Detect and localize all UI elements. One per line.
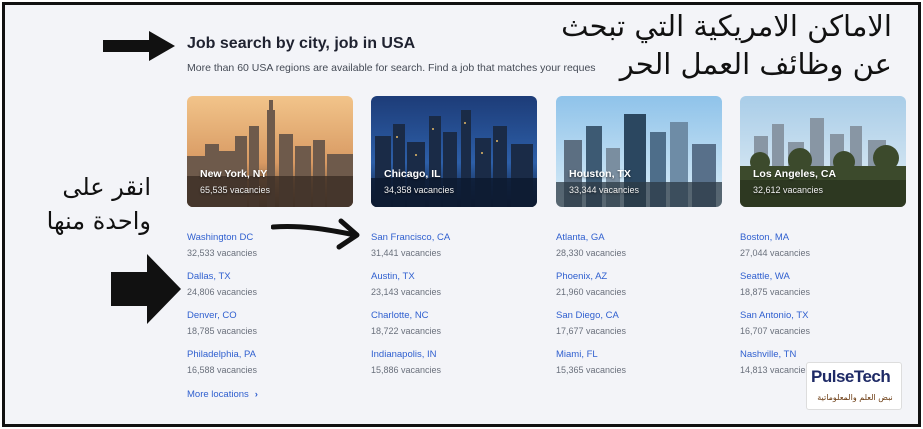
location-link[interactable]: Seattle, WA bbox=[740, 271, 790, 282]
city-card-los-angeles[interactable]: Los Angeles, CA 32,612 vacancies bbox=[740, 96, 906, 207]
location-link[interactable]: San Diego, CA bbox=[556, 310, 619, 321]
location-vacancy-count: 15,886 vacancies bbox=[371, 365, 442, 375]
location-vacancy-count: 27,044 vacancies bbox=[740, 248, 811, 258]
card-vacancy-count: 65,535 vacancies bbox=[200, 185, 271, 195]
location-vacancy-count: 32,533 vacancies bbox=[187, 248, 258, 258]
more-locations-label: More locations bbox=[187, 389, 249, 400]
city-card-new-york[interactable]: New York, NY 65,535 vacancies bbox=[187, 96, 353, 207]
card-vacancy-count: 33,344 vacancies bbox=[569, 185, 640, 195]
location-link[interactable]: San Francisco, CA bbox=[371, 232, 450, 243]
location-vacancy-count: 18,722 vacancies bbox=[371, 326, 442, 336]
location-vacancy-count: 16,707 vacancies bbox=[740, 326, 811, 336]
city-card-houston[interactable]: Houston, TX 33,344 vacancies bbox=[556, 96, 722, 207]
more-locations-link[interactable]: More locations › bbox=[187, 389, 258, 400]
location-vacancy-count: 24,806 vacancies bbox=[187, 287, 258, 297]
location-vacancy-count: 17,677 vacancies bbox=[556, 326, 627, 336]
location-link[interactable]: Charlotte, NC bbox=[371, 310, 429, 321]
location-link[interactable]: Atlanta, GA bbox=[556, 232, 605, 243]
location-link[interactable]: Austin, TX bbox=[371, 271, 415, 282]
location-vacancy-count: 14,813 vacancies bbox=[740, 365, 811, 375]
hand-drawn-arrow-icon bbox=[271, 218, 360, 250]
arrow-right-icon bbox=[111, 254, 181, 324]
location-vacancy-count: 31,441 vacancies bbox=[371, 248, 442, 258]
pulsetech-logo: PulseTech نبض العلم والمعلوماتية bbox=[806, 362, 902, 410]
city-card-chicago[interactable]: Chicago, IL 34,358 vacancies bbox=[371, 96, 537, 207]
location-link[interactable]: Denver, CO bbox=[187, 310, 237, 321]
location-vacancy-count: 15,365 vacancies bbox=[556, 365, 627, 375]
card-vacancy-count: 32,612 vacancies bbox=[753, 185, 824, 195]
location-vacancy-count: 28,330 vacancies bbox=[556, 248, 627, 258]
annotation-line: عن وظائف العمل الحر bbox=[619, 47, 892, 81]
location-vacancy-count: 23,143 vacancies bbox=[371, 287, 442, 297]
card-city-name: Houston, TX bbox=[569, 168, 631, 180]
location-vacancy-count: 18,785 vacancies bbox=[187, 326, 258, 336]
location-link[interactable]: Philadelphia, PA bbox=[187, 349, 256, 360]
arrow-right-icon bbox=[103, 31, 175, 61]
location-link[interactable]: Indianapolis, IN bbox=[371, 349, 436, 360]
location-vacancy-count: 16,588 vacancies bbox=[187, 365, 258, 375]
location-link[interactable]: Boston, MA bbox=[740, 232, 789, 243]
card-city-name: Chicago, IL bbox=[384, 168, 441, 180]
card-city-name: New York, NY bbox=[200, 168, 268, 180]
annotation-line: واحدة منها bbox=[46, 207, 151, 235]
location-link[interactable]: Nashville, TN bbox=[740, 349, 796, 360]
page-subtitle: More than 60 USA regions are available f… bbox=[187, 62, 596, 74]
location-link[interactable]: Dallas, TX bbox=[187, 271, 231, 282]
location-link[interactable]: Washington DC bbox=[187, 232, 253, 243]
annotation-line: الاماكن الامريكية التي تبحث bbox=[561, 9, 892, 43]
location-link[interactable]: San Antonio, TX bbox=[740, 310, 809, 321]
location-link[interactable]: Phoenix, AZ bbox=[556, 271, 607, 282]
location-link[interactable]: Miami, FL bbox=[556, 349, 598, 360]
logo-tagline: نبض العلم والمعلوماتية bbox=[817, 393, 893, 402]
card-city-name: Los Angeles, CA bbox=[753, 168, 837, 180]
location-vacancy-count: 21,960 vacancies bbox=[556, 287, 627, 297]
card-vacancy-count: 34,358 vacancies bbox=[384, 185, 455, 195]
page-title: Job search by city, job in USA bbox=[187, 35, 416, 52]
logo-wordmark: PulseTech bbox=[811, 367, 891, 386]
annotation-line: انقر على bbox=[62, 173, 151, 201]
chevron-right-icon: › bbox=[254, 389, 258, 400]
location-vacancy-count: 18,875 vacancies bbox=[740, 287, 811, 297]
arabic-annotation-left: انقر على واحدة منها bbox=[6, 170, 151, 238]
screenshot-frame: Job search by city, job in USA More than… bbox=[2, 2, 921, 427]
arabic-annotation-top: الاماكن الامريكية التي تبحث عن وظائف الع… bbox=[542, 7, 892, 83]
